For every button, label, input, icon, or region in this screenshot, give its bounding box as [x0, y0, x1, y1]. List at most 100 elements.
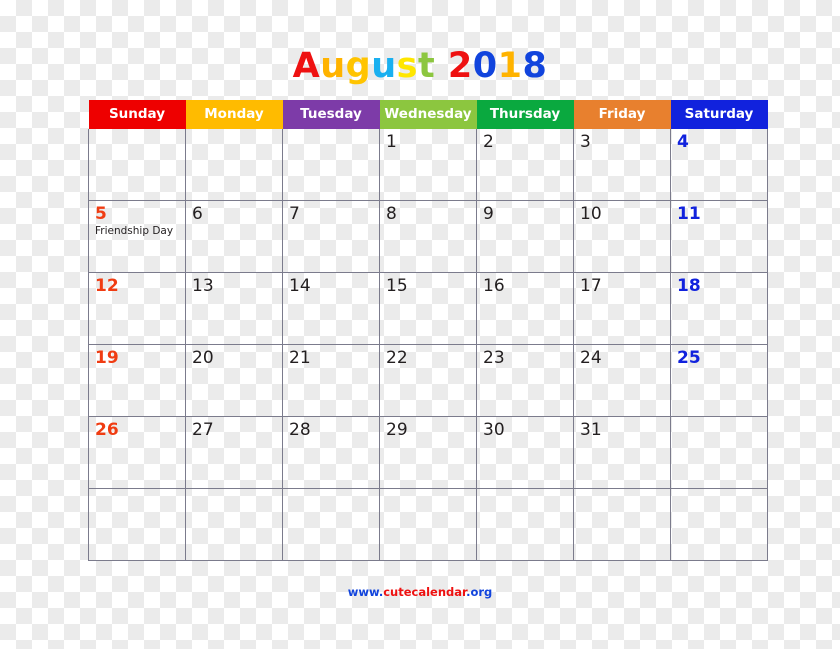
day-number: 31 — [580, 420, 602, 440]
calendar-day-cell[interactable]: 25 — [670, 344, 768, 417]
day-number: 20 — [192, 348, 214, 368]
calendar-day-cell[interactable]: 14 — [282, 272, 380, 345]
calendar-day-cell[interactable]: 6 — [185, 200, 283, 273]
calendar-week-row: 1 2 3 4 — [88, 128, 768, 201]
calendar-day-cell-empty[interactable] — [185, 128, 283, 201]
title-letter — [435, 46, 448, 86]
day-number: 15 — [386, 276, 408, 296]
calendar-day-cell[interactable]: 18 — [670, 272, 768, 345]
calendar-day-cell[interactable]: 23 — [476, 344, 574, 417]
calendar-header-row: Sunday Monday Tuesday Wednesday Thursday Frid… — [88, 99, 768, 129]
day-number: 26 — [95, 420, 119, 440]
weekday-header-saturday: Saturday — [670, 99, 768, 129]
calendar-day-cell[interactable]: 5 Friendship Day — [88, 200, 186, 273]
calendar-day-cell[interactable]: 21 — [282, 344, 380, 417]
day-number: 23 — [483, 348, 505, 368]
weekday-header-thursday: Thursday — [476, 99, 574, 129]
day-number: 7 — [289, 204, 300, 224]
calendar-week-row: 5 Friendship Day 6 7 8 9 10 11 — [88, 200, 768, 273]
calendar-day-cell[interactable]: 27 — [185, 416, 283, 489]
day-number: 11 — [677, 204, 701, 224]
title-letter: g — [345, 46, 372, 86]
calendar-page: August 2018 Sunday Monday Tuesday Wednesday… — [0, 0, 840, 649]
calendar-day-cell-empty[interactable] — [670, 416, 768, 489]
calendar-day-cell-empty[interactable] — [185, 488, 283, 561]
title-letter: 0 — [472, 46, 498, 86]
footer-link-segment[interactable]: .org — [466, 585, 492, 599]
weekday-header-sunday: Sunday — [88, 99, 186, 129]
calendar-week-row: 19 20 21 22 23 24 25 — [88, 344, 768, 417]
day-number: 12 — [95, 276, 119, 296]
day-number: 30 — [483, 420, 505, 440]
calendar-day-cell-empty[interactable] — [88, 488, 186, 561]
day-number: 2 — [483, 132, 494, 152]
day-number: 10 — [580, 204, 602, 224]
calendar-day-cell[interactable]: 1 — [379, 128, 477, 201]
footer-link-segment[interactable]: cutecalendar — [383, 585, 466, 599]
calendar-day-cell[interactable]: 11 — [670, 200, 768, 273]
day-number: 22 — [386, 348, 408, 368]
calendar-day-cell[interactable]: 31 — [573, 416, 671, 489]
day-number: 18 — [677, 276, 701, 296]
day-number: 1 — [386, 132, 397, 152]
title-letter: 2 — [447, 46, 473, 86]
day-number: 3 — [580, 132, 591, 152]
calendar-day-cell[interactable]: 12 — [88, 272, 186, 345]
calendar-day-cell[interactable]: 20 — [185, 344, 283, 417]
day-number: 25 — [677, 348, 701, 368]
calendar-day-cell[interactable]: 19 — [88, 344, 186, 417]
footer-link-segment[interactable]: www. — [348, 585, 384, 599]
day-number: 19 — [95, 348, 119, 368]
title-letter: s — [396, 46, 418, 86]
weekday-header-wednesday: Wednesday — [379, 99, 477, 129]
day-number: 4 — [677, 132, 689, 152]
day-number: 16 — [483, 276, 505, 296]
calendar-day-cell-empty[interactable] — [282, 488, 380, 561]
title-letter: u — [371, 46, 397, 86]
day-number: 14 — [289, 276, 311, 296]
day-number: 8 — [386, 204, 397, 224]
calendar-day-cell[interactable]: 24 — [573, 344, 671, 417]
calendar-day-cell[interactable]: 8 — [379, 200, 477, 273]
day-number: 28 — [289, 420, 311, 440]
day-number: 5 — [95, 204, 107, 224]
footer-link[interactable]: www.cutecalendar.org — [0, 585, 840, 599]
weekday-header-monday: Monday — [185, 99, 283, 129]
day-number: 13 — [192, 276, 214, 296]
calendar-day-cell[interactable]: 4 — [670, 128, 768, 201]
title-letter: 1 — [497, 46, 523, 86]
day-number: 6 — [192, 204, 203, 224]
calendar-day-cell[interactable]: 26 — [88, 416, 186, 489]
calendar-week-row: 12 13 14 15 16 17 18 — [88, 272, 768, 345]
calendar-day-cell[interactable]: 9 — [476, 200, 574, 273]
calendar-day-cell[interactable]: 17 — [573, 272, 671, 345]
calendar-day-cell[interactable]: 22 — [379, 344, 477, 417]
calendar-day-cell[interactable]: 3 — [573, 128, 671, 201]
day-event-label: Friendship Day — [95, 225, 174, 237]
calendar-day-cell[interactable]: 30 — [476, 416, 574, 489]
calendar-day-cell[interactable]: 2 — [476, 128, 574, 201]
calendar-day-cell-empty[interactable] — [573, 488, 671, 561]
calendar-day-cell[interactable]: 15 — [379, 272, 477, 345]
calendar-day-cell[interactable]: 16 — [476, 272, 574, 345]
day-number: 27 — [192, 420, 214, 440]
calendar-title: August 2018 — [0, 46, 840, 86]
calendar-day-cell-empty[interactable] — [476, 488, 574, 561]
calendar-week-row: 26 27 28 29 30 31 — [88, 416, 768, 489]
calendar-day-cell[interactable]: 29 — [379, 416, 477, 489]
calendar-body: 1 2 3 4 5 Friendship Day 6 7 8 9 10 11 12 13 14 15 16 17 1… — [88, 128, 768, 561]
calendar-day-cell[interactable]: 28 — [282, 416, 380, 489]
calendar-day-cell[interactable]: 10 — [573, 200, 671, 273]
calendar-day-cell-empty[interactable] — [282, 128, 380, 201]
title-letter: 8 — [522, 46, 548, 86]
calendar-day-cell-empty[interactable] — [88, 128, 186, 201]
calendar-day-cell[interactable]: 13 — [185, 272, 283, 345]
calendar-week-row — [88, 488, 768, 561]
day-number: 17 — [580, 276, 602, 296]
calendar-day-cell[interactable]: 7 — [282, 200, 380, 273]
day-number: 29 — [386, 420, 408, 440]
title-letter: t — [417, 46, 436, 86]
weekday-header-tuesday: Tuesday — [282, 99, 380, 129]
calendar-day-cell-empty[interactable] — [670, 488, 768, 561]
calendar-day-cell-empty[interactable] — [379, 488, 477, 561]
